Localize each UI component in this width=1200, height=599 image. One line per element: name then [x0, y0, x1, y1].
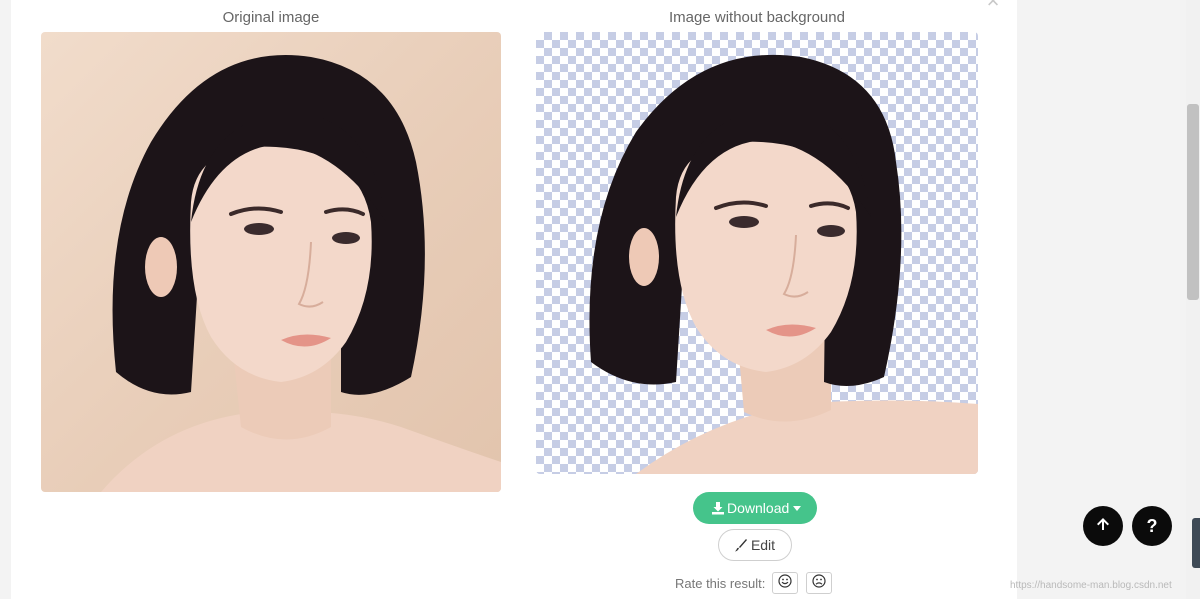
side-feedback-tab[interactable]	[1192, 518, 1200, 568]
arrow-up-icon	[1095, 516, 1111, 537]
original-image	[41, 32, 501, 492]
download-icon	[711, 501, 725, 515]
original-image-title: Original image	[222, 9, 320, 26]
chevron-down-icon	[793, 504, 801, 513]
scrollbar-thumb[interactable]	[1187, 104, 1199, 300]
rate-good-button[interactable]	[772, 572, 799, 594]
frown-icon	[812, 573, 826, 593]
rate-bad-button[interactable]	[806, 572, 833, 594]
watermark: https://handsome-man.blog.csdn.net	[1010, 580, 1172, 591]
result-modal: × Original image Image without backgroun…	[11, 0, 1017, 599]
download-button-group: Download	[693, 492, 817, 524]
scroll-top-button[interactable]	[1083, 506, 1123, 546]
help-button[interactable]: ?	[1132, 506, 1172, 546]
edit-label: Edit	[750, 537, 776, 553]
smile-icon	[778, 573, 792, 593]
download-button[interactable]: Download	[693, 492, 789, 524]
result-image	[536, 32, 978, 474]
page: × Original image Image without backgroun…	[0, 0, 1200, 599]
brush-icon	[734, 538, 748, 552]
result-image-title: Image without background	[669, 9, 845, 26]
download-options-button[interactable]	[787, 492, 807, 524]
rating-row: Rate this result:	[675, 571, 840, 595]
question-icon: ?	[1146, 515, 1158, 536]
edit-button[interactable]: Edit	[718, 529, 792, 561]
download-label: Download	[727, 500, 790, 516]
rate-label: Rate this result:	[675, 575, 766, 591]
close-icon[interactable]: ×	[984, 0, 1002, 12]
